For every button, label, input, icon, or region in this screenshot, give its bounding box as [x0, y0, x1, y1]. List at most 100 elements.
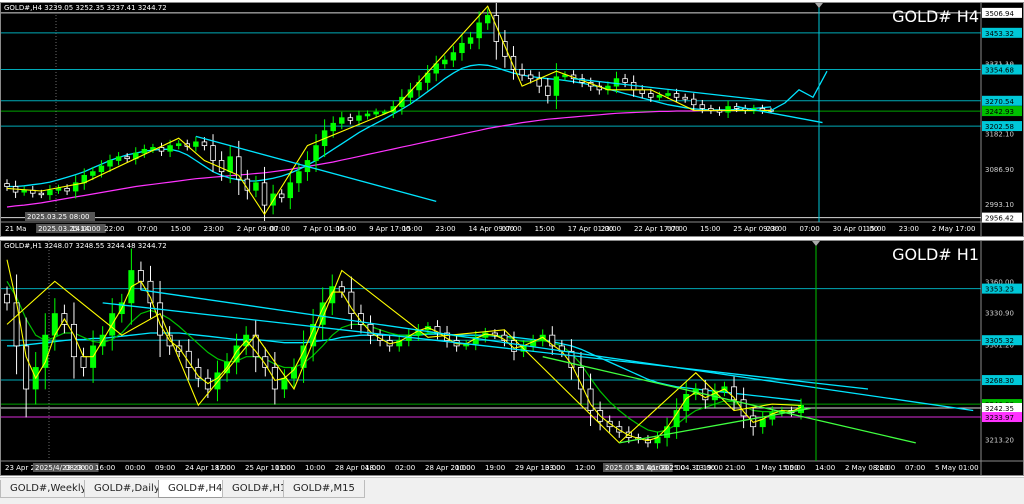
- time-tick-label: 10:00: [305, 464, 325, 472]
- price-tick-label: 3086.90: [985, 166, 1014, 174]
- candle-body: [338, 286, 345, 293]
- candle-body: [4, 293, 10, 304]
- h1-chart-canvas: 3360.003353.233330.903305.323301.203268.…: [1, 241, 1023, 475]
- time-tick-label: 5 May 01:00: [935, 464, 979, 472]
- ma-long-line: [6, 109, 771, 208]
- candle-body: [356, 115, 362, 121]
- candle-body: [137, 270, 144, 282]
- candle-body: [218, 160, 225, 173]
- price-tag-label: 3305.32: [985, 337, 1014, 345]
- time-tick-label: 12:00: [575, 464, 595, 472]
- time-tick-label: 00:00: [125, 464, 145, 472]
- price-tag-label: 3353.23: [985, 286, 1014, 294]
- candle-body: [261, 182, 268, 206]
- candle-body: [330, 122, 336, 132]
- candle-body: [167, 145, 173, 152]
- time-tick-label: 22:00: [665, 464, 685, 472]
- candle-body: [55, 187, 62, 191]
- candle-body: [227, 156, 233, 173]
- time-tick-label: 23:00: [435, 225, 455, 233]
- candle-body: [673, 93, 680, 98]
- time-tick-label: 03:00: [545, 464, 565, 472]
- trend-line: [542, 356, 916, 444]
- h4-chart-canvas: 3506.943453.323364.903354.683371.103270.…: [1, 3, 1023, 236]
- time-tick-label: 2025.03.25 08:00: [27, 213, 89, 221]
- price-tag-label: 3242.35: [985, 405, 1014, 413]
- time-tick-label: 23:00: [601, 225, 621, 233]
- h4-chart-title: GOLD# H4: [892, 7, 979, 26]
- ma-slow-line: [7, 63, 772, 188]
- time-tick-label: 2 May 17:00: [932, 225, 976, 233]
- time-tick-label: 07:00: [502, 225, 522, 233]
- candle-body: [527, 74, 534, 80]
- h4-ohlc-info: GOLD#,H4 3239.05 3252.35 3237.41 3244.72: [4, 4, 167, 12]
- candle-body: [484, 15, 491, 24]
- time-tick-label: 15:00: [866, 225, 886, 233]
- time-tick-label: 23:00: [766, 225, 786, 233]
- time-tick-label: 09:00: [155, 464, 175, 472]
- time-tick-label: 14:00: [815, 464, 835, 472]
- time-tick-label: 18:00: [365, 464, 385, 472]
- shift-marker-icon: [815, 3, 823, 8]
- price-tag-label: 2956.42: [985, 215, 1014, 223]
- candle-body: [639, 89, 645, 94]
- candle-body: [798, 405, 804, 414]
- price-tag-label: 3268.30: [985, 377, 1014, 385]
- time-tick-label: 22:00: [875, 464, 895, 472]
- candle-body: [613, 78, 620, 87]
- h1-chart-pane[interactable]: 3360.003353.233330.903305.323301.203268.…: [0, 240, 1024, 476]
- price-tag-label: 3202.58: [985, 123, 1014, 131]
- tab-gold-daily[interactable]: GOLD#,Daily: [84, 480, 170, 498]
- candle-body: [278, 193, 285, 199]
- candle-body: [281, 377, 288, 390]
- candle-body: [38, 192, 45, 196]
- candle-body: [4, 183, 10, 187]
- candle-body: [313, 145, 319, 161]
- candle-body: [115, 156, 122, 161]
- time-tick-label: 19:00: [485, 464, 505, 472]
- time-tick-label: 15:00: [700, 225, 720, 233]
- time-tick-label: 07:00: [137, 225, 157, 233]
- tab-gold-weekly[interactable]: GOLD#,Weekly: [0, 480, 97, 498]
- candle-body: [699, 104, 706, 109]
- candle-body: [725, 106, 731, 113]
- candle-body: [347, 117, 354, 121]
- candle-body: [210, 145, 216, 161]
- candle-body: [47, 189, 53, 196]
- candle-body: [193, 141, 199, 147]
- candle-body: [622, 78, 628, 83]
- candle-body: [98, 165, 105, 173]
- price-tag-label: 3270.54: [985, 98, 1014, 106]
- h1-ohlc-info: GOLD#,H1 3248.07 3248.55 3244.48 3244.72: [4, 242, 167, 250]
- time-tick-label: 07:00: [667, 225, 687, 233]
- candle-body: [141, 148, 148, 154]
- price-tag-label: 3242.93: [985, 108, 1014, 116]
- candle-body: [364, 113, 371, 117]
- trend-line: [736, 105, 823, 124]
- chart-tab-bar: ◀ ▶ GOLD#,Weekly GOLD#,Daily GOLD#,H4 GO…: [0, 477, 1024, 504]
- candle-body: [214, 372, 221, 390]
- price-tick-label: 3213.20: [985, 436, 1014, 444]
- time-tick-label: 10:00: [455, 464, 475, 472]
- time-tick-label: 14:00: [71, 225, 91, 233]
- time-tick-label: 21 Ma: [5, 225, 26, 233]
- time-tick-label: 02:00: [395, 464, 415, 472]
- h1-chart-title: GOLD# H1: [892, 245, 979, 264]
- zigzag-line: [6, 5, 772, 216]
- candle-body: [339, 117, 345, 124]
- candle-body: [175, 143, 182, 147]
- candle-body: [90, 171, 96, 176]
- candle-body: [577, 367, 584, 390]
- time-tick-label: 15:00: [402, 225, 422, 233]
- price-tick-label: 3330.90: [985, 310, 1014, 318]
- tab-gold-m15[interactable]: GOLD#,M15: [283, 480, 365, 498]
- ma-slow-line: [7, 332, 802, 402]
- time-tick-label: 07:00: [270, 225, 290, 233]
- time-tick-label: 23:00: [899, 225, 919, 233]
- candle-body: [648, 93, 654, 98]
- candle-body: [287, 182, 294, 199]
- candle-body: [253, 182, 259, 191]
- time-tick-label: 13:00: [695, 464, 715, 472]
- ma-fast-line: [6, 259, 802, 442]
- h4-chart-pane[interactable]: 3506.943453.323364.903354.683371.103270.…: [0, 2, 1024, 237]
